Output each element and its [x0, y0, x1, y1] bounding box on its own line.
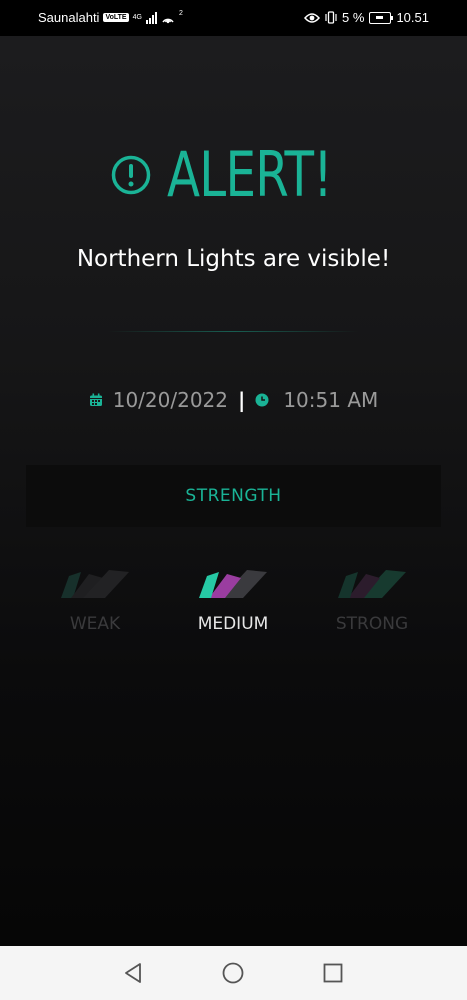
alert-title: ALERT! [166, 138, 333, 211]
strength-label: STRENGTH [185, 486, 282, 506]
calendar-icon [89, 393, 102, 406]
status-time: 10.51 [396, 10, 429, 25]
home-icon[interactable] [221, 961, 245, 985]
strength-level-label: WEAK [69, 614, 121, 634]
hotspot-count: 2 [178, 10, 183, 17]
datetime-separator: | [238, 388, 246, 412]
divider [108, 331, 358, 332]
alert-time: 10:51 AM [283, 388, 379, 412]
hotspot-icon [162, 18, 174, 23]
volte-badge: VoLTE [103, 13, 129, 22]
aurora-strong-icon [338, 570, 406, 598]
status-bar-right: 5 % 10.51 [304, 10, 429, 25]
alert-message: Northern Lights are visible! [76, 246, 391, 272]
network-type: 4G [132, 14, 142, 21]
strength-header: STRENGTH [26, 465, 441, 527]
vibrate-icon [325, 11, 337, 24]
aurora-weak-icon [61, 570, 129, 598]
alert-screen: ALERT! Northern Lights are visible! 10/2… [0, 36, 467, 946]
status-bar-left: Saunalahti VoLTE 4G 2 [38, 10, 183, 25]
battery-percent: 5 % [342, 10, 365, 25]
strength-level-strong: STRONG [312, 564, 432, 634]
carrier-name: Saunalahti [38, 10, 100, 25]
signal-icon [145, 11, 157, 24]
eye-icon [304, 12, 321, 23]
recents-icon[interactable] [321, 961, 345, 985]
aurora-medium-icon [199, 570, 267, 598]
strength-level-label: MEDIUM [197, 614, 269, 634]
status-bar: Saunalahti VoLTE 4G 2 5 % 10.51 [0, 0, 467, 36]
strength-level-weak: WEAK [35, 564, 155, 634]
navigation-bar [0, 946, 467, 1000]
exclamation-circle-icon [111, 155, 150, 195]
alert-header: ALERT! [0, 140, 467, 210]
alert-date: 10/20/2022 [112, 388, 229, 412]
battery-icon [369, 11, 394, 24]
strength-level-medium: MEDIUM [173, 564, 293, 634]
strength-level-label: STRONG [335, 614, 409, 634]
alert-datetime: 10/20/2022 | 10:51 AM [0, 388, 467, 412]
strength-levels: WEAK MEDIUM STRONG [0, 564, 467, 654]
back-icon[interactable] [121, 961, 145, 985]
clock-icon [255, 393, 269, 407]
